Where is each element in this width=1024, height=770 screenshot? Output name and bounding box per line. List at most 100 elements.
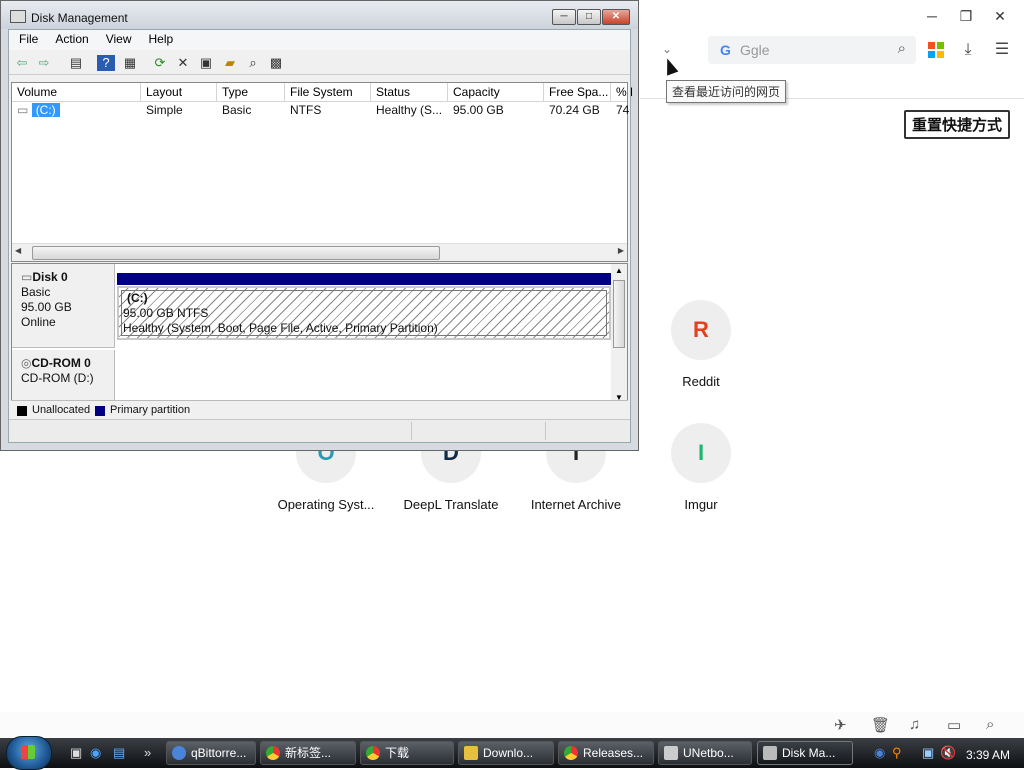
network-icon[interactable]: ▣ — [922, 745, 934, 761]
column-capacity[interactable]: Capacity — [448, 83, 544, 101]
browser-bottom-bar: ✈ 🗑 ♫ ▭ ⌕ — [0, 712, 1024, 738]
start-button[interactable] — [6, 736, 52, 770]
taskbar-item-downloads-cn[interactable]: 下载 — [360, 741, 454, 765]
menu-action[interactable]: Action — [45, 30, 95, 46]
taskbar-item-label: qBittorre... — [191, 746, 247, 760]
horizontal-scrollbar[interactable]: ◀ ▶ — [12, 243, 627, 261]
download-icon[interactable]: ⤓ — [958, 40, 978, 60]
disk-0-label[interactable]: ▭Disk 0 Basic 95.00 GB Online — [12, 264, 115, 348]
legend-primary-partition: Primary partition — [110, 404, 191, 416]
sound-icon[interactable]: ♫ — [909, 716, 920, 733]
browser-minimize-button[interactable]: ─ — [914, 6, 950, 26]
qbittorrent-icon — [172, 746, 186, 760]
history-dropdown-chevron-icon[interactable]: ⌄ — [662, 42, 672, 56]
properties-icon[interactable]: ▣ — [197, 55, 215, 71]
tile-label: Imgur — [684, 497, 718, 512]
open-folder-icon[interactable]: ▰ — [221, 55, 239, 71]
maximize-button[interactable]: □ — [577, 9, 601, 25]
taskbar-item-new-tab[interactable]: 新标签... — [260, 741, 356, 765]
rocket-icon[interactable]: ✈ — [834, 716, 847, 734]
search-tray-icon[interactable]: ⚲ — [892, 745, 902, 761]
menu-view[interactable]: View — [96, 30, 139, 46]
taskbar-item-label: 新标签... — [285, 746, 332, 760]
apps-grid-icon[interactable] — [928, 42, 944, 58]
close-button[interactable]: ✕ — [602, 9, 630, 25]
taskbar-item-downloads-folder[interactable]: Downlo... — [458, 741, 554, 765]
tile-letter: I — [671, 423, 731, 483]
search-input[interactable]: G Ggle ⌕ — [708, 36, 916, 64]
chrome-icon — [366, 746, 380, 760]
table-row[interactable]: ▭ (C:) Simple Basic NTFS Healthy (S... 9… — [12, 101, 629, 119]
console-tree-icon[interactable]: ▤ — [67, 55, 85, 71]
column-layout[interactable]: Layout — [141, 83, 217, 101]
help-icon[interactable]: ? — [97, 55, 115, 71]
column-file-system[interactable]: File System — [285, 83, 371, 101]
column-free-space[interactable]: Free Spa... — [544, 83, 611, 101]
title-bar[interactable]: Disk Management ─ □ ✕ — [1, 1, 638, 29]
trash-icon[interactable]: 🗑 — [871, 716, 890, 734]
qbittorrent-tray-icon[interactable]: ◉ — [874, 745, 885, 761]
scroll-left-icon[interactable]: ◀ — [15, 246, 21, 255]
menu-file[interactable]: File — [9, 30, 45, 46]
vertical-scroll-thumb[interactable] — [613, 280, 625, 348]
tile-label: Internet Archive — [530, 497, 622, 512]
taskbar-item-label: Disk Ma... — [782, 746, 836, 760]
minimize-button[interactable]: ─ — [552, 9, 576, 25]
tile-letter: R — [671, 300, 731, 360]
cell-type: Basic — [222, 103, 252, 117]
menu-icon[interactable]: ☰ — [992, 40, 1012, 60]
forward-arrow-icon[interactable]: ⇨ — [35, 55, 53, 71]
column-status[interactable]: Status — [371, 83, 448, 101]
find-icon[interactable]: ⌕ — [244, 55, 262, 71]
status-separator — [411, 422, 412, 440]
caption-buttons: ─ □ ✕ — [551, 9, 630, 25]
volume-muted-icon[interactable]: 🔇 — [940, 745, 956, 761]
google-icon: G — [720, 42, 731, 58]
cdrom-0-label[interactable]: ◎CD-ROM 0 CD-ROM (D:) — [12, 350, 115, 402]
menu-help[interactable]: Help — [139, 30, 181, 46]
shortcut-tile-reddit[interactable]: R Reddit — [641, 300, 761, 389]
shortcut-tile-imgur[interactable]: I Imgur — [641, 423, 761, 512]
taskbar-item-unetbootin[interactable]: UNetbo... — [658, 741, 752, 765]
browser-quicklaunch-icon[interactable]: ◉ — [90, 745, 101, 761]
taskbar-item-releases[interactable]: Releases... — [558, 741, 654, 765]
tile-label: Operating Syst... — [277, 497, 375, 512]
tooltip: 查看最近访问的网页 — [666, 80, 787, 103]
delete-icon[interactable]: ✕ — [174, 55, 192, 71]
properties-pane-icon[interactable]: ▦ — [121, 55, 139, 71]
scroll-thumb[interactable] — [32, 246, 440, 260]
show-desktop-icon[interactable]: ▣ — [70, 745, 82, 761]
unetbootin-icon — [664, 746, 678, 760]
window-icon[interactable]: ▭ — [947, 716, 961, 734]
partition-c[interactable]: (C:) 95.00 GB NTFS Healthy (System, Boot… — [117, 286, 611, 340]
primary-partition-swatch — [95, 406, 105, 416]
partition-size-fs: 95.00 GB NTFS — [123, 306, 209, 320]
search-icon[interactable]: ⌕ — [898, 40, 906, 57]
taskbar-item-disk-management[interactable]: Disk Ma... — [757, 741, 853, 765]
window-title: Disk Management — [31, 11, 128, 25]
settings-icon[interactable]: ▩ — [267, 55, 285, 71]
disk-kind: Basic — [21, 285, 51, 299]
quicklaunch-overflow-icon[interactable]: » — [144, 745, 151, 760]
vertical-scrollbar[interactable]: ▲ ▼ — [611, 264, 627, 420]
menu-bar: File Action View Help — [9, 30, 630, 50]
clock[interactable]: 3:39 AM — [966, 748, 1010, 762]
disk-graphical-view: ▭Disk 0 Basic 95.00 GB Online (C:) 95.00… — [11, 263, 628, 421]
taskbar-item-qbittorrent[interactable]: qBittorre... — [166, 741, 256, 765]
chrome-icon — [266, 746, 280, 760]
browser-restore-button[interactable]: ❐ — [948, 6, 984, 26]
scroll-right-icon[interactable]: ▶ — [618, 246, 624, 255]
search-icon[interactable]: ⌕ — [986, 716, 994, 733]
switch-windows-icon[interactable]: ▤ — [113, 745, 125, 761]
refresh-icon[interactable]: ⟳ — [151, 55, 169, 71]
column-percent-free[interactable]: % F — [611, 83, 633, 101]
column-type[interactable]: Type — [217, 83, 285, 101]
browser-close-button[interactable]: ✕ — [982, 6, 1018, 26]
column-volume[interactable]: Volume — [12, 83, 141, 101]
client-area: File Action View Help ⇦ ⇨ ▤ ? ▦ ⟳ ✕ ▣ ▰ ⌕ ▩… — [8, 29, 633, 443]
list-header: Volume Layout Type File System Status Ca… — [12, 83, 633, 102]
reset-shortcuts-button[interactable]: 重置快捷方式 — [904, 110, 1011, 139]
back-arrow-icon[interactable]: ⇦ — [13, 55, 31, 71]
scroll-up-icon[interactable]: ▲ — [615, 266, 623, 275]
tile-label: DeepL Translate — [403, 497, 499, 512]
